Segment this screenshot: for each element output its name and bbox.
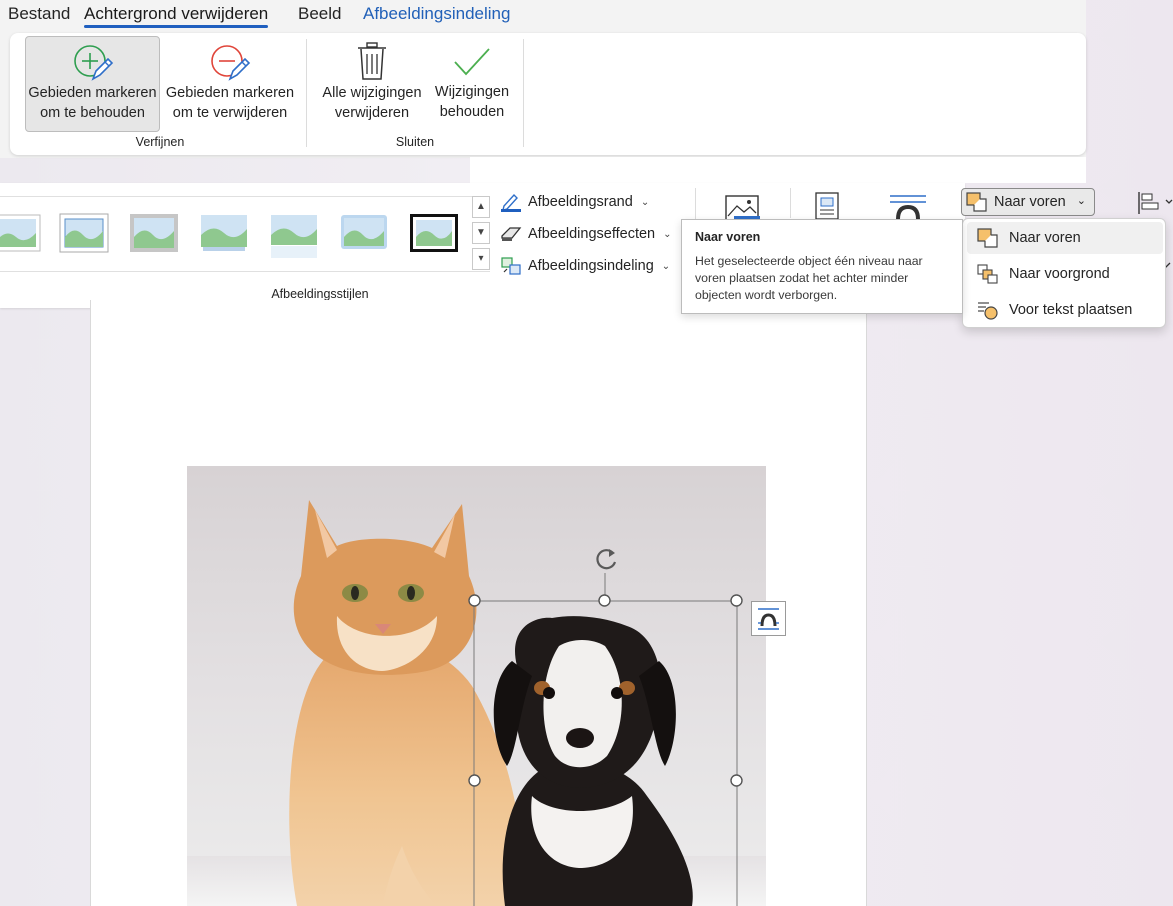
chevron-down-icon: ⌄ (661, 260, 671, 272)
group-separator (523, 39, 524, 147)
bring-forward-tooltip: Naar voren Het geselecteerde object één … (681, 219, 963, 314)
menu-item-label: Voor tekst plaatsen (1009, 302, 1133, 318)
rotate-handle-icon[interactable] (591, 544, 621, 577)
gallery-scroll-up-button[interactable]: ▲ (472, 196, 490, 218)
menu-item-label: Naar voren (1009, 230, 1081, 246)
picture-border-button[interactable]: Afbeeldingsrand ⌄ (500, 190, 649, 214)
bring-forward-dropdown-button[interactable]: Naar voren ⌄ (961, 188, 1095, 216)
mark-remove-icon (211, 45, 251, 81)
tooltip-body: Het geselecteerde object één niveau naar… (695, 254, 923, 302)
menu-item-bring-forward[interactable]: Naar voren (967, 222, 1163, 254)
mark-areas-to-remove-button[interactable]: Gebieden markeren om te verwijderen (162, 36, 298, 132)
group-label-verfijnen: Verfijnen (135, 135, 185, 149)
group-separator (306, 39, 307, 147)
discard-label-line1: Alle wijzigingen (322, 85, 422, 101)
menu-item-bring-to-front[interactable]: Naar voorgrond (967, 258, 1163, 290)
mark-keep-label-line1: Gebieden markeren (28, 85, 157, 101)
background-removal-ribbon: Gebieden markeren om te behouden Gebiede… (10, 33, 1086, 155)
bring-forward-icon (977, 228, 998, 248)
gallery-more-button[interactable]: ▾ (472, 248, 490, 270)
picture-style-thumbnail[interactable] (0, 213, 42, 253)
trash-icon (358, 42, 386, 80)
resize-handle[interactable] (598, 594, 611, 610)
discard-label-line2: verwijderen (334, 105, 410, 121)
picture-style-thumbnail[interactable] (129, 213, 179, 253)
tab-bestand[interactable]: Bestand (8, 4, 70, 24)
mark-keep-icon (73, 45, 113, 81)
mark-remove-label-line1: Gebieden markeren (165, 85, 295, 101)
tooltip-title: Naar voren (695, 230, 761, 244)
mark-keep-label-line2: om te behouden (40, 105, 145, 121)
gallery-scroll-down-button[interactable]: ▼ (472, 222, 490, 244)
mark-remove-label-line2: om te verwijderen (172, 105, 288, 121)
bring-to-front-icon (977, 264, 998, 284)
keep-label-line1: Wijzigingen (434, 84, 510, 100)
chevron-down-icon: ⌄ (1076, 195, 1086, 207)
group-label-afbeeldingsstijlen: Afbeeldingsstijlen (271, 287, 369, 301)
picture-style-thumbnail[interactable] (59, 213, 109, 253)
tab-afbeeldingsindeling[interactable]: Afbeeldingsindeling (363, 4, 510, 24)
in-front-of-text-icon (978, 302, 998, 320)
checkmark-icon (454, 48, 490, 76)
picture-style-thumbnail[interactable] (199, 213, 249, 253)
group-separator (790, 188, 791, 218)
tab-beeld[interactable]: Beeld (298, 4, 341, 24)
picture-style-thumbnail[interactable] (409, 213, 459, 253)
format-ribbon-top (470, 157, 1086, 183)
picture-style-thumbnail[interactable] (339, 213, 389, 253)
ribbon-tab-bar: Bestand Achtergrond verwijderen Beeld Af… (0, 0, 1086, 30)
bring-forward-menu: Naar voren Naar voorgrond Voor tekst pla… (962, 218, 1166, 328)
resize-handle[interactable] (730, 774, 743, 790)
picture-effects-icon (501, 227, 522, 241)
align-icon[interactable] (1136, 190, 1173, 219)
mark-areas-to-keep-button[interactable]: Gebieden markeren om te behouden (25, 36, 160, 132)
menu-item-in-front-of-text[interactable]: Voor tekst plaatsen (967, 294, 1163, 326)
chevron-down-icon: ⌄ (663, 228, 672, 240)
picture-layout-button[interactable]: Afbeeldingsindeling ⌄ (500, 254, 670, 278)
bring-forward-label: Naar voren (994, 194, 1066, 210)
picture-border-label: Afbeeldingsrand (528, 194, 633, 210)
discard-all-changes-button[interactable]: Alle wijzigingen verwijderen (316, 36, 428, 132)
resize-handle[interactable] (468, 594, 481, 610)
picture-border-icon (501, 193, 521, 212)
bring-forward-icon (966, 192, 987, 212)
keep-label-line2: behouden (439, 104, 505, 120)
group-label-sluiten: Sluiten (395, 135, 435, 149)
wrap-text-icon[interactable] (888, 193, 928, 222)
tab-achtergrond-verwijderen[interactable]: Achtergrond verwijderen (84, 4, 269, 28)
picture-effects-label: Afbeeldingseffecten (528, 226, 656, 242)
menu-item-label: Naar voorgrond (1009, 266, 1110, 282)
picture-layout-label: Afbeeldingsindeling (528, 258, 654, 274)
resize-handle[interactable] (468, 774, 481, 790)
picture-style-thumbnail[interactable] (269, 213, 319, 258)
keep-changes-button[interactable]: Wijzigingen behouden (428, 36, 516, 132)
picture-layout-icon (501, 257, 521, 275)
resize-handle[interactable] (730, 594, 743, 610)
layout-options-button[interactable] (751, 601, 786, 639)
chevron-down-icon: ⌄ (640, 196, 650, 208)
picture-effects-button[interactable]: Afbeeldingseffecten ⌄ (500, 222, 672, 246)
